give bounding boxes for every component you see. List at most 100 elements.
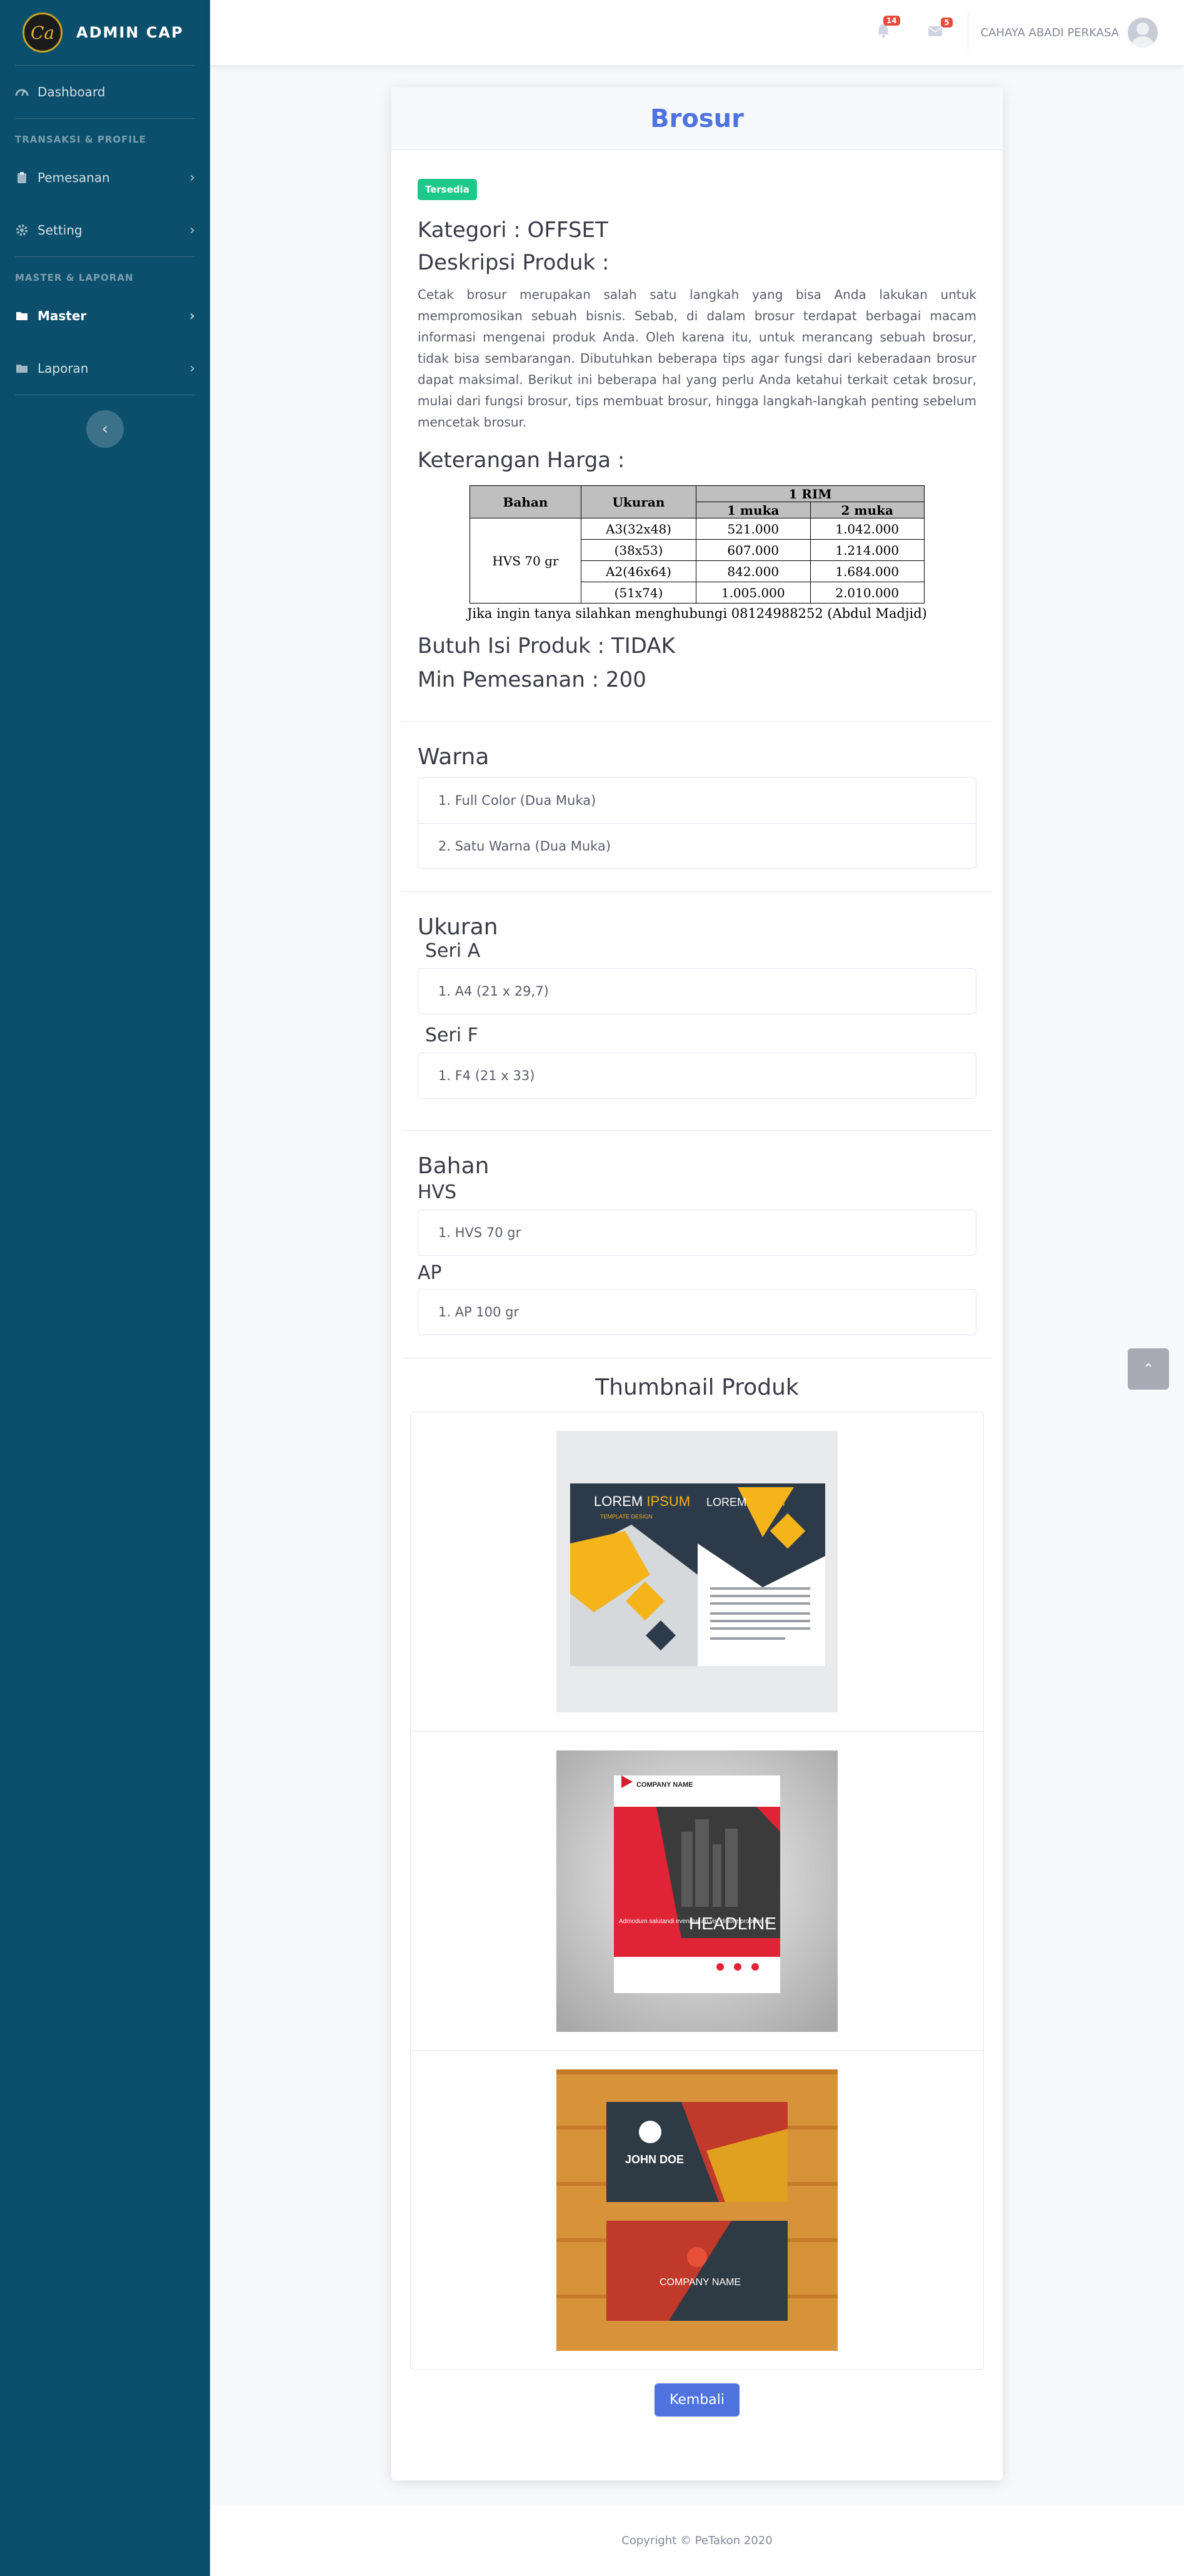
status-badge: Tersedia [418, 179, 477, 200]
envelope-icon [928, 26, 942, 36]
scroll-to-top-button[interactable]: ⌃ [1128, 1348, 1169, 1390]
section-divider [401, 891, 993, 892]
color-section-title: Warna [418, 744, 489, 770]
series-f-title: Seri F [425, 1024, 478, 1046]
business-card-company: COMPANY NAME [660, 2277, 741, 2288]
table-cell: 2.010.000 [810, 582, 925, 604]
back-button[interactable]: Kembali [655, 2383, 740, 2417]
table-cell: 607.000 [696, 539, 811, 561]
brochure-thumbnail-1[interactable]: LOREM IPSUM TEMPLATE DESIGN LOREM IPSUM [556, 1431, 838, 1712]
list-item: COMPANY NAME HEADLINE Admodum salutandi … [411, 1731, 983, 2050]
card-body: Tersedia Kategori : OFFSET Deskripsi Pro… [391, 150, 1003, 2417]
list-item: JOHN DOE COMPANY NAME [411, 2050, 983, 2369]
price-table: Bahan Ukuran 1 RIM 1 muka 2 muka HVS 70 … [469, 485, 925, 604]
sidebar-item-pemesanan[interactable]: Pemesanan › [0, 151, 210, 204]
brand-name: ADMIN CAP [76, 24, 184, 41]
clipboard-icon [15, 171, 29, 184]
table-header: 1 RIM [696, 485, 925, 502]
alerts-dropdown[interactable]: 14 [876, 16, 900, 42]
product-description: Cetak brosur merupakan salah satu langka… [418, 287, 976, 430]
price-label: Keterangan Harga : [418, 448, 625, 473]
sidebar-toggle-button[interactable]: ‹ [86, 410, 124, 448]
sidebar-item-setting[interactable]: Setting › [0, 204, 210, 256]
chevron-right-icon: › [189, 222, 195, 238]
table-header: 2 muka [810, 502, 925, 518]
sidebar-heading: TRANSAKSI & PROFILE [15, 134, 146, 145]
table-cell: A3(32x48) [581, 518, 696, 540]
sidebar-item-label: Dashboard [38, 84, 106, 99]
material-hvs-list: 1. HVS 70 gr [418, 1210, 976, 1256]
description-label: Deskripsi Produk : [418, 250, 610, 275]
angle-up-icon: ⌃ [1142, 1361, 1155, 1377]
sidebar-item-label: Master [38, 308, 87, 323]
chevron-right-icon: › [189, 360, 195, 376]
sidebar-item-label: Setting [38, 223, 83, 238]
price-contact-note: Jika ingin tanya silahkan menghubungi 08… [467, 606, 927, 621]
series-a-list: 1. A4 (21 x 29,7) [418, 968, 976, 1014]
table-row: HVS 70 gr A3(32x48) 521.000 1.042.000 [469, 518, 925, 604]
sidebar-item-master[interactable]: Master › [0, 290, 210, 342]
series-a-title: Seri A [425, 940, 481, 962]
brand-logo: Ca [23, 13, 63, 53]
copyright-text: Copyright © PeTakon 2020 [621, 2534, 773, 2547]
table-cell: (51x74) [581, 582, 696, 604]
business-card-thumbnail-3[interactable]: JOHN DOE COMPANY NAME [556, 2069, 838, 2351]
messages-dropdown[interactable]: 5 [928, 17, 953, 41]
section-divider [401, 1130, 993, 1131]
avatar[interactable] [1128, 18, 1158, 48]
table-header: Ukuran [581, 485, 696, 518]
list-item: 1. F4 (21 x 33) [438, 1068, 535, 1083]
chevron-right-icon: › [189, 308, 195, 324]
sidebar-heading: MASTER & LAPORAN [15, 272, 134, 283]
sidebar: Ca ADMIN CAP Dashboard TRANSAKSI & PROFI… [0, 0, 210, 2576]
table-cell: 1.684.000 [810, 560, 925, 582]
table-cell: (38x53) [581, 539, 696, 561]
folder-icon [15, 309, 29, 323]
sidebar-item-laporan[interactable]: Laporan › [0, 342, 210, 395]
card-header: Brosur [391, 88, 1003, 150]
brand[interactable]: Ca ADMIN CAP [0, 0, 210, 65]
table-header: 1 muka [696, 502, 811, 518]
user-name[interactable]: CAHAYA ABADI PERKASA [981, 26, 1119, 39]
thumbnail-list: LOREM IPSUM TEMPLATE DESIGN LOREM IPSUM [410, 1412, 984, 2370]
back-button-wrap: Kembali [418, 2383, 976, 2417]
list-item: 1. Full Color (Dua Muka) [438, 793, 596, 808]
chevron-left-icon: ‹ [101, 420, 109, 438]
thumbnail-section-title: Thumbnail Produk [595, 1375, 799, 1400]
sidebar-item-label: Laporan [38, 361, 89, 376]
list-item: 1. AP 100 gr [438, 1305, 519, 1320]
product-category: Kategori : OFFSET [418, 218, 608, 243]
min-order-info: Min Pemesanan : 200 [418, 667, 646, 692]
tachometer-icon [15, 85, 29, 99]
messages-count-badge: 5 [941, 17, 953, 28]
table-header-row: Bahan Ukuran 1 RIM [469, 485, 925, 518]
table-cell: 1.042.000 [810, 518, 925, 540]
sidebar-item-label: Pemesanan [38, 170, 110, 185]
material-hvs-title: HVS [418, 1181, 457, 1203]
list-item: 2. Satu Warna (Dua Muka) [418, 823, 976, 868]
color-options-list: 1. Full Color (Dua Muka) 2. Satu Warna (… [418, 777, 976, 869]
sidebar-item-dashboard[interactable]: Dashboard [0, 66, 210, 118]
table-cell: HVS 70 gr [469, 518, 581, 604]
size-section-title: Ukuran [418, 914, 498, 940]
cog-icon [15, 223, 29, 237]
brochure-1-left-title: LOREM IPSUM [594, 1493, 690, 1509]
needs-content-info: Butuh Isi Produk : TIDAK [418, 634, 675, 659]
table-cell: 1.214.000 [810, 539, 925, 561]
material-ap-title: AP [418, 1262, 442, 1284]
list-item: LOREM IPSUM TEMPLATE DESIGN LOREM IPSUM [411, 1412, 983, 1731]
chevron-right-icon: › [189, 169, 195, 186]
page-title: Brosur [650, 104, 744, 133]
table-cell: A2(46x64) [581, 560, 696, 582]
table-cell: 842.000 [696, 560, 811, 582]
brochure-1-left-subtitle: TEMPLATE DESIGN [600, 1513, 653, 1520]
series-f-list: 1. F4 (21 x 33) [418, 1053, 976, 1099]
list-item: 1. A4 (21 x 29,7) [438, 984, 549, 999]
folder-icon [15, 361, 29, 375]
business-card-name: JOHN DOE [625, 2153, 684, 2166]
product-detail-card: Brosur Tersedia Kategori : OFFSET Deskri… [391, 88, 1003, 2480]
table-header: Bahan [469, 485, 581, 518]
brochure-thumbnail-2[interactable]: COMPANY NAME HEADLINE Admodum salutandi … [556, 1750, 838, 2032]
material-ap-list: 1. AP 100 gr [418, 1289, 976, 1335]
footer: Copyright © PeTakon 2020 [210, 2505, 1184, 2576]
